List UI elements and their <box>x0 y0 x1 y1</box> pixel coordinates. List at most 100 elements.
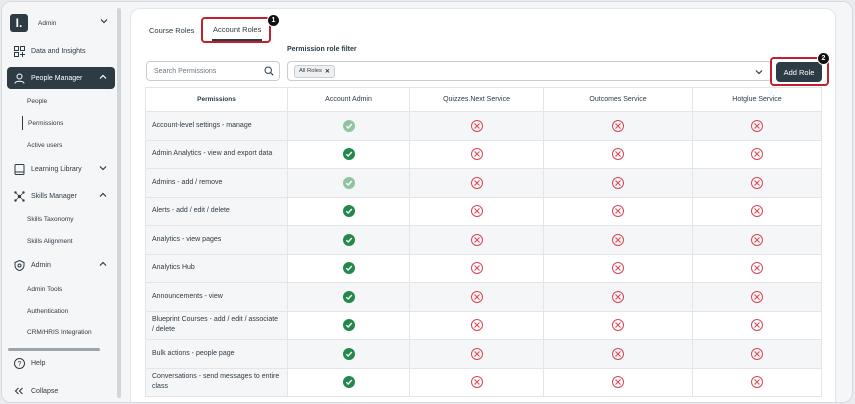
permission-cell[interactable] <box>543 339 693 369</box>
permission-cell[interactable] <box>286 367 411 397</box>
collapse-button[interactable]: Collapse <box>7 380 115 402</box>
column-header-quizzes-next-service[interactable]: Quizzes.Next Service <box>409 87 545 112</box>
permission-cell[interactable] <box>409 111 545 141</box>
denied-icon[interactable] <box>750 176 763 189</box>
denied-icon[interactable] <box>750 376 763 389</box>
column-header-outcomes-service[interactable]: Outcomes Service <box>543 87 693 112</box>
sidebar-item-skills-manager[interactable]: Skills Manager <box>7 185 115 207</box>
sidebar-subitem-skills-taxonomy[interactable]: Skills Taxonomy <box>22 212 73 226</box>
vertical-scrollbar[interactable] <box>117 8 121 398</box>
search-input[interactable]: Search Permissions <box>146 61 280 81</box>
denied-icon[interactable] <box>750 290 763 303</box>
denied-icon[interactable] <box>470 290 483 303</box>
sidebar-item-data-and-insights[interactable]: Data and Insights <box>7 40 115 62</box>
denied-icon[interactable] <box>612 119 624 132</box>
permission-cell[interactable] <box>543 168 693 198</box>
permission-cell[interactable] <box>691 367 823 397</box>
denied-icon[interactable] <box>470 376 483 389</box>
denied-icon[interactable] <box>470 119 483 132</box>
permission-cell[interactable] <box>409 168 545 198</box>
denied-icon[interactable] <box>470 319 483 332</box>
denied-icon[interactable] <box>470 347 483 360</box>
sidebar-subitem-skills-alignment[interactable]: Skills Alignment <box>22 234 73 248</box>
remove-chip-icon[interactable]: ✕ <box>325 68 330 75</box>
permission-cell[interactable] <box>409 253 545 283</box>
denied-icon[interactable] <box>750 262 763 275</box>
permission-cell[interactable] <box>691 139 823 169</box>
permission-cell[interactable] <box>409 139 545 169</box>
denied-icon[interactable] <box>750 119 763 132</box>
enabled-icon[interactable] <box>342 347 355 360</box>
permission-cell[interactable] <box>409 282 545 312</box>
permission-cell[interactable] <box>543 196 693 226</box>
permission-cell[interactable] <box>691 225 823 255</box>
permission-cell[interactable] <box>691 253 823 283</box>
permission-cell[interactable] <box>286 168 411 198</box>
permission-cell[interactable] <box>286 111 411 141</box>
enabled-locked-icon[interactable] <box>342 119 355 132</box>
permission-cell[interactable] <box>286 282 411 312</box>
denied-icon[interactable] <box>470 148 483 161</box>
enabled-icon[interactable] <box>342 290 355 303</box>
enabled-icon[interactable] <box>342 262 355 275</box>
permission-cell[interactable] <box>286 253 411 283</box>
denied-icon[interactable] <box>750 205 763 218</box>
sidebar-item-admin[interactable]: Admin <box>7 254 115 276</box>
enabled-icon[interactable] <box>342 205 355 218</box>
permission-cell[interactable] <box>543 225 693 255</box>
permission-cell[interactable] <box>409 196 545 226</box>
permission-cell[interactable] <box>409 225 545 255</box>
permission-cell[interactable] <box>409 339 545 369</box>
sidebar-item-people-manager[interactable]: People Manager <box>7 67 115 89</box>
denied-icon[interactable] <box>750 347 763 360</box>
permission-cell[interactable] <box>286 310 411 340</box>
denied-icon[interactable] <box>612 290 624 303</box>
permission-cell[interactable] <box>691 310 823 340</box>
permission-cell[interactable] <box>543 310 693 340</box>
denied-icon[interactable] <box>750 148 763 161</box>
denied-icon[interactable] <box>750 319 763 332</box>
denied-icon[interactable] <box>612 319 624 332</box>
role-filter-select[interactable]: All Roles ✕ <box>287 61 772 81</box>
denied-icon[interactable] <box>470 205 483 218</box>
sidebar-subitem-people[interactable]: People <box>22 94 47 108</box>
sidebar-subitem-admin-tools[interactable]: Admin Tools <box>22 282 62 296</box>
denied-icon[interactable] <box>612 262 624 275</box>
sidebar-subitem-authentication[interactable]: Authentication <box>22 304 68 318</box>
denied-icon[interactable] <box>612 347 624 360</box>
permission-cell[interactable] <box>286 139 411 169</box>
denied-icon[interactable] <box>470 262 483 275</box>
permission-cell[interactable] <box>691 168 823 198</box>
denied-icon[interactable] <box>612 233 624 246</box>
denied-icon[interactable] <box>750 233 763 246</box>
permission-cell[interactable] <box>286 196 411 226</box>
enabled-icon[interactable] <box>342 376 355 389</box>
chevron-down-icon[interactable] <box>755 68 763 76</box>
denied-icon[interactable] <box>470 233 483 246</box>
horizontal-scrollbar[interactable] <box>8 348 100 351</box>
permission-cell[interactable] <box>286 339 411 369</box>
permission-cell[interactable] <box>543 253 693 283</box>
permission-cell[interactable] <box>691 282 823 312</box>
sidebar-item-learning-library[interactable]: Learning Library <box>7 158 115 180</box>
sidebar-subitem-active-users[interactable]: Active users <box>22 138 62 152</box>
permission-cell[interactable] <box>691 196 823 226</box>
denied-icon[interactable] <box>612 205 624 218</box>
permission-cell[interactable] <box>691 111 823 141</box>
permission-cell[interactable] <box>543 282 693 312</box>
role-chip[interactable]: All Roles ✕ <box>294 64 335 78</box>
enabled-icon[interactable] <box>342 148 355 161</box>
denied-icon[interactable] <box>470 176 483 189</box>
sidebar-subitem-permissions[interactable]: Permissions <box>22 116 63 130</box>
permission-cell[interactable] <box>543 111 693 141</box>
denied-icon[interactable] <box>612 176 624 189</box>
denied-icon[interactable] <box>612 376 624 389</box>
tab-course-roles[interactable]: Course Roles <box>149 19 194 41</box>
account-switcher[interactable]: I. Admin <box>10 12 116 34</box>
enabled-icon[interactable] <box>342 233 355 246</box>
permission-cell[interactable] <box>691 339 823 369</box>
sidebar-subitem-crm-hris-integration[interactable]: CRM/HRIS Integration <box>22 325 92 339</box>
help-button[interactable]: ? Help <box>7 352 115 374</box>
permission-cell[interactable] <box>286 225 411 255</box>
permission-cell[interactable] <box>409 367 545 397</box>
